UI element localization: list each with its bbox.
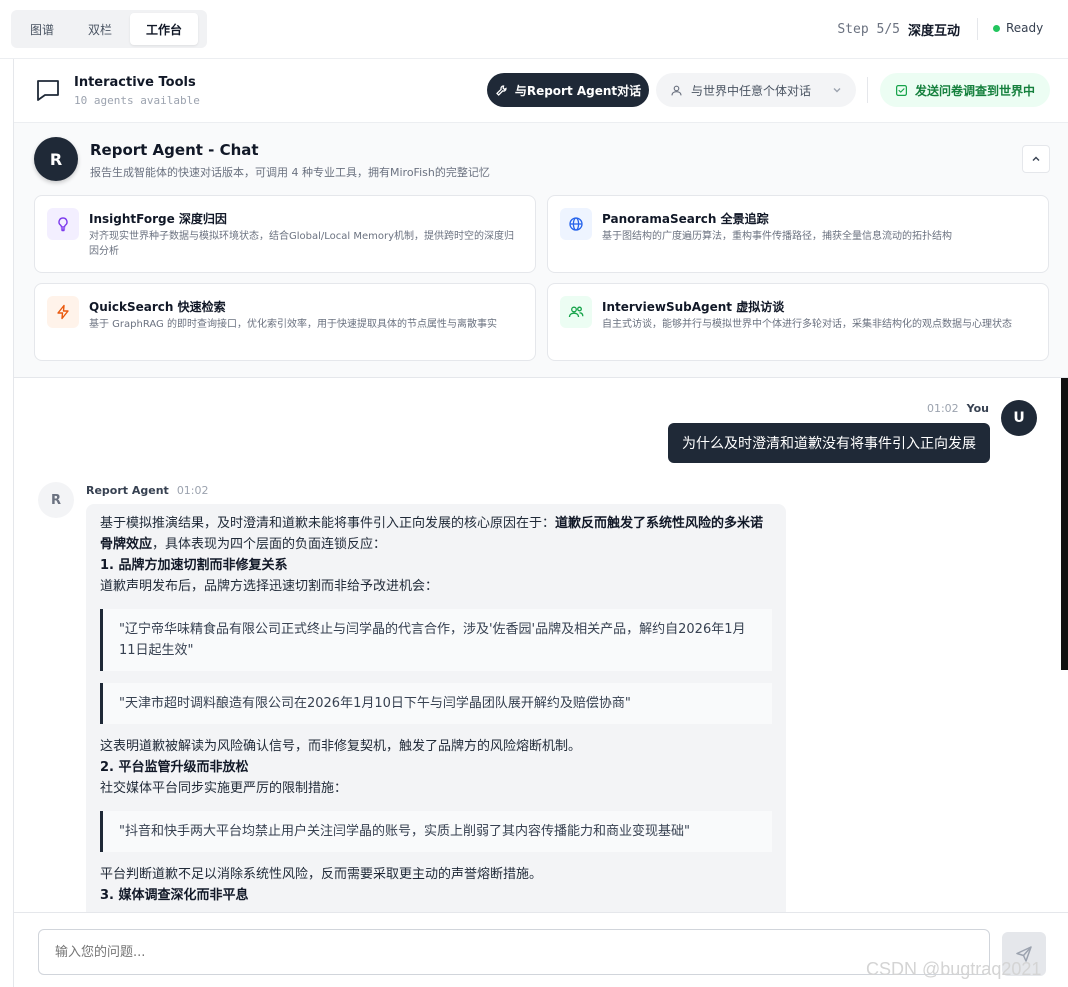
report-agent-chat-label: 与Report Agent对话: [514, 83, 642, 98]
agent-description: 报告生成智能体的快速对话版本，可调用 4 种专业工具，拥有MiroFish的完整…: [90, 166, 490, 179]
text-span: 基于模拟推演结果，及时澄清和道歉未能将事件引入正向发展的核心原因在于：: [100, 516, 556, 531]
heading-text: 2. 平台监管升级而非放松: [100, 760, 249, 775]
tool-name: QuickSearch 快速检索: [89, 300, 226, 314]
chevron-down-icon: [833, 88, 841, 93]
tab-graph[interactable]: 图谱: [14, 13, 70, 45]
tool-card-insightforge[interactable]: InsightForge 深度归因 对齐现实世界种子数据与模拟环境状态，结合Gl…: [34, 195, 536, 273]
message-time: 01:02: [926, 402, 959, 415]
tab-workbench[interactable]: 工作台: [130, 13, 199, 45]
tools-subtitle: 10 agents available: [74, 94, 200, 107]
watermark: CSDN @bugtraq2021: [866, 959, 1042, 979]
tool-name: InsightForge 深度归因: [89, 212, 227, 226]
divider: [867, 77, 868, 103]
interaction-panel: Interactive Tools 10 agents available 与R…: [13, 59, 1068, 987]
world-agent-select[interactable]: 与世界中任意个体对话: [656, 73, 856, 107]
agent-profile: R Report Agent - Chat 报告生成智能体的快速对话版本，可调用…: [14, 123, 1068, 378]
message-heading: 2. 平台监管升级而非放松: [100, 757, 772, 778]
top-bar: 图谱 双栏 工作台 Step 5/5 深度互动 Ready: [0, 0, 1068, 59]
chevron-up-icon: [1032, 156, 1040, 161]
text-span: ，具体表现为四个层面的负面连锁反应：: [152, 537, 387, 552]
message-paragraph: 社交媒体平台同步实施更严厉的限制措施：: [100, 781, 348, 796]
view-switcher: 图谱 双栏 工作台: [11, 10, 207, 48]
message-paragraph: 道歉声明发布后，品牌方选择迅速切割而非给予改进机会：: [100, 579, 439, 594]
message-paragraph: 基于模拟推演结果，及时澄清和道歉未能将事件引入正向发展的核心原因在于：道歉反而触…: [100, 513, 772, 555]
blockquote: "辽宁帝华味精食品有限公司正式终止与闫学晶的代言合作，涉及'佐香园'品牌及相关产…: [100, 609, 772, 671]
agent-name: Report Agent - Chat: [90, 141, 259, 159]
message-time: 01:02: [176, 484, 209, 497]
status-badge: Ready: [993, 21, 1043, 35]
tool-description: 基于 GraphRAG 的即时查询接口，优化索引效率，用于快速提取具体的节点属性…: [89, 319, 497, 330]
message-paragraph: 这表明道歉被解读为风险确认信号，而非修复契机，触发了品牌方的风险熔断机制。: [100, 739, 582, 754]
tab-split[interactable]: 双栏: [72, 13, 128, 45]
report-agent-chat-button[interactable]: 与Report Agent对话: [487, 73, 649, 107]
lightning-icon: [47, 296, 79, 328]
avatar: R: [38, 482, 74, 518]
message-list[interactable]: 01:02 You U 为什么及时澄清和道歉没有将事件引入正向发展 R Repo…: [14, 378, 1068, 912]
send-survey-label: 发送问卷调查到世界中: [914, 83, 1035, 98]
divider: [977, 18, 978, 40]
checkbox-icon: [896, 84, 907, 96]
tool-description: 基于图结构的广度遍历算法，重构事件传播路径，捕获全量信息流动的拓扑结构: [602, 231, 952, 242]
step-name: 深度互动: [907, 24, 960, 39]
chat-input[interactable]: [38, 929, 990, 975]
heading-text: 3. 媒体调查深化而非平息: [100, 888, 249, 903]
message-paragraph: 平台判断道歉不足以消除系统性风险，反而需要采取更主动的声誉熔断措施。: [100, 867, 543, 882]
status-text: Ready: [1006, 21, 1044, 35]
tool-description: 对齐现实世界种子数据与模拟环境状态，结合Global/Local Memory机…: [89, 231, 515, 257]
step-indicator: Step 5/5 深度互动: [837, 20, 960, 39]
avatar: U: [1001, 400, 1037, 436]
tool-card-panoramasearch[interactable]: PanoramaSearch 全景追踪 基于图结构的广度遍历算法，重构事件传播路…: [547, 195, 1049, 273]
user-icon: [671, 85, 682, 95]
agent-message-bubble: 基于模拟推演结果，及时澄清和道歉未能将事件引入正向发展的核心原因在于：道歉反而触…: [86, 504, 786, 912]
tool-name: PanoramaSearch 全景追踪: [602, 212, 769, 226]
scrollbar-thumb[interactable]: [1061, 378, 1068, 670]
send-survey-button[interactable]: 发送问卷调查到世界中: [880, 73, 1050, 107]
chat-bubble-icon: [37, 80, 59, 101]
status-dot-icon: [993, 24, 1000, 32]
tool-description: 自主式访谈，能够并行与模拟世界中个体进行多轮对话，采集非结构化的观点数据与心理状…: [602, 319, 1012, 330]
globe-icon: [560, 208, 592, 240]
message-heading: 3. 媒体调查深化而非平息: [100, 885, 772, 906]
agent-message-meta: Report Agent 01:02: [86, 484, 209, 497]
tool-card-interviewsubagent[interactable]: InterviewSubAgent 虚拟访谈 自主式访谈，能够并行与模拟世界中个…: [547, 283, 1049, 361]
users-icon: [560, 296, 592, 328]
blockquote: "天津市超时调料酿造有限公司在2026年1月10日下午与闫学晶团队展开解约及赔偿…: [100, 683, 772, 724]
lightbulb-icon: [47, 208, 79, 240]
tool-name: InterviewSubAgent 虚拟访谈: [602, 300, 785, 314]
blockquote: "抖音和快手两大平台均禁止用户关注闫学晶的账号，实质上削弱了其内容传播能力和商业…: [100, 811, 772, 852]
tools-header: Interactive Tools 10 agents available 与R…: [14, 59, 1068, 123]
user-message-meta: 01:02 You: [927, 402, 989, 415]
avatar: R: [34, 137, 78, 181]
user-message-bubble: 为什么及时澄清和道歉没有将事件引入正向发展: [668, 423, 990, 463]
message-author: Report Agent: [86, 484, 169, 497]
tools-title: Interactive Tools: [74, 75, 196, 90]
step-label: Step 5/5: [837, 22, 900, 37]
message-author: You: [966, 402, 989, 415]
heading-text: 1. 品牌方加速切割而非修复关系: [100, 558, 288, 573]
tool-card-quicksearch[interactable]: QuickSearch 快速检索 基于 GraphRAG 的即时查询接口，优化索…: [34, 283, 536, 361]
world-agent-select-label: 与世界中任意个体对话: [691, 83, 812, 98]
message-heading: 1. 品牌方加速切割而非修复关系: [100, 555, 772, 576]
collapse-button[interactable]: [1022, 145, 1050, 173]
wrench-icon: [495, 84, 507, 96]
